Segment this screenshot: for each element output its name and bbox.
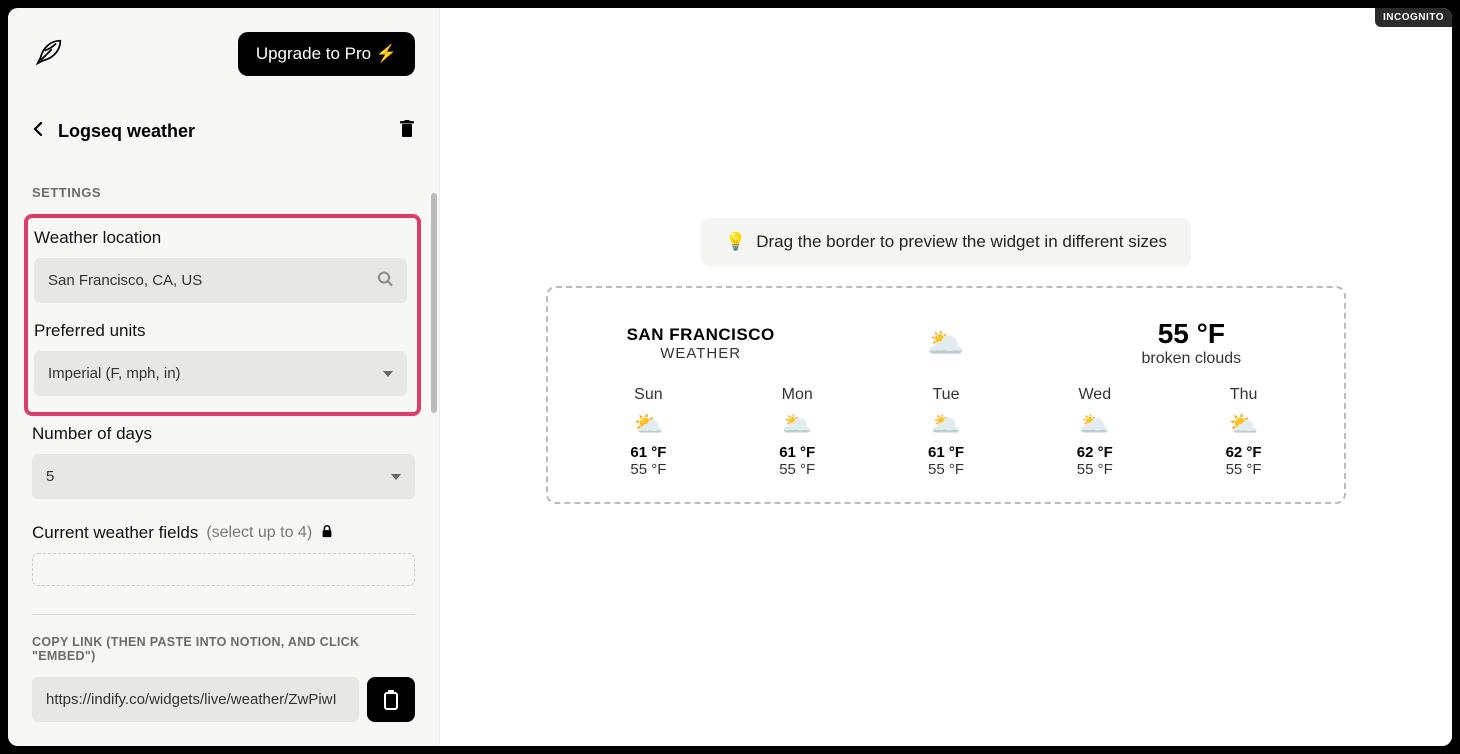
forecast-day: Mon 🌥️ 61 °F55 °F bbox=[727, 386, 868, 478]
preview-pane: 💡 Drag the border to preview the widget … bbox=[440, 8, 1452, 746]
trash-icon[interactable] bbox=[399, 120, 415, 143]
forecast-row: Sun⛅61 °F55 °FMon🌥️61 °F55 °FTue🌥️61 °F5… bbox=[578, 386, 1314, 478]
forecast-day-icon: 🌥️ bbox=[1024, 410, 1165, 438]
back-chevron-icon[interactable] bbox=[32, 120, 44, 143]
forecast-day-high: 61 °F bbox=[876, 444, 1017, 461]
sidebar: Upgrade to Pro ⚡ Logseq weather SETTINGS… bbox=[8, 8, 440, 746]
forecast-day-icon: ⛅ bbox=[578, 410, 719, 438]
forecast-day: Sun ⛅ 61 °F55 °F bbox=[578, 386, 719, 478]
forecast-day: Thu ⛅ 62 °F55 °F bbox=[1173, 386, 1314, 478]
current-fields-hint: (select up to 4) bbox=[206, 524, 312, 542]
forecast-day-low: 55 °F bbox=[1173, 461, 1314, 478]
divider bbox=[32, 614, 415, 615]
incognito-badge: INCOGNITO bbox=[1375, 8, 1452, 27]
forecast-day-icon: ⛅ bbox=[1173, 410, 1314, 438]
forecast-day-low: 55 °F bbox=[1024, 461, 1165, 478]
upgrade-button[interactable]: Upgrade to Pro ⚡ bbox=[238, 32, 415, 76]
forecast-day-high: 62 °F bbox=[1173, 444, 1314, 461]
current-fields-label: Current weather fields bbox=[32, 523, 198, 543]
widget-title: Logseq weather bbox=[58, 121, 195, 142]
lock-icon bbox=[320, 524, 334, 543]
forecast-day: Tue 🌥️ 61 °F55 °F bbox=[876, 386, 1017, 478]
feather-logo-icon[interactable] bbox=[32, 35, 66, 74]
resize-hint: 💡 Drag the border to preview the widget … bbox=[701, 218, 1191, 266]
days-select[interactable]: 5 bbox=[32, 454, 415, 499]
embed-link-input[interactable] bbox=[32, 677, 359, 722]
settings-section-label: SETTINGS bbox=[32, 185, 415, 200]
forecast-day-name: Tue bbox=[876, 386, 1017, 404]
highlight-annotation: Weather location Preferred units Imperia… bbox=[24, 214, 421, 416]
forecast-day-icon: 🌥️ bbox=[727, 410, 868, 438]
app-window: Upgrade to Pro ⚡ Logseq weather SETTINGS… bbox=[8, 8, 1452, 746]
forecast-day-icon: 🌥️ bbox=[876, 410, 1017, 438]
sidebar-scrollbar[interactable] bbox=[431, 193, 437, 413]
forecast-day: Wed 🌥️ 62 °F55 °F bbox=[1024, 386, 1165, 478]
forecast-day-name: Mon bbox=[727, 386, 868, 404]
bulb-icon: 💡 bbox=[725, 232, 746, 252]
forecast-day-high: 61 °F bbox=[578, 444, 719, 461]
copy-button[interactable] bbox=[367, 677, 415, 722]
forecast-day-high: 62 °F bbox=[1024, 444, 1165, 461]
current-fields-dropzone[interactable] bbox=[32, 553, 415, 586]
units-label: Preferred units bbox=[34, 321, 407, 341]
widget-subtitle: WEATHER bbox=[578, 345, 823, 362]
location-label: Weather location bbox=[34, 228, 407, 248]
copy-section-label: COPY LINK (THEN PASTE INTO NOTION, AND C… bbox=[32, 635, 415, 663]
current-temp: 55 °F bbox=[1069, 318, 1314, 350]
current-condition: broken clouds bbox=[1069, 350, 1314, 368]
forecast-day-low: 55 °F bbox=[727, 461, 868, 478]
forecast-day-low: 55 °F bbox=[876, 461, 1017, 478]
forecast-day-high: 61 °F bbox=[727, 444, 868, 461]
units-select[interactable]: Imperial (F, mph, in) bbox=[34, 351, 407, 396]
forecast-day-low: 55 °F bbox=[578, 461, 719, 478]
current-weather-icon: 🌥️ bbox=[823, 326, 1068, 361]
days-label: Number of days bbox=[32, 424, 415, 444]
forecast-day-name: Wed bbox=[1024, 386, 1165, 404]
location-input[interactable] bbox=[34, 258, 407, 303]
resize-hint-text: Drag the border to preview the widget in… bbox=[756, 232, 1167, 252]
weather-widget-frame[interactable]: SAN FRANCISCO WEATHER 🌥️ 55 °F broken cl… bbox=[546, 286, 1346, 504]
forecast-day-name: Sun bbox=[578, 386, 719, 404]
widget-city: SAN FRANCISCO bbox=[578, 325, 823, 345]
forecast-day-name: Thu bbox=[1173, 386, 1314, 404]
